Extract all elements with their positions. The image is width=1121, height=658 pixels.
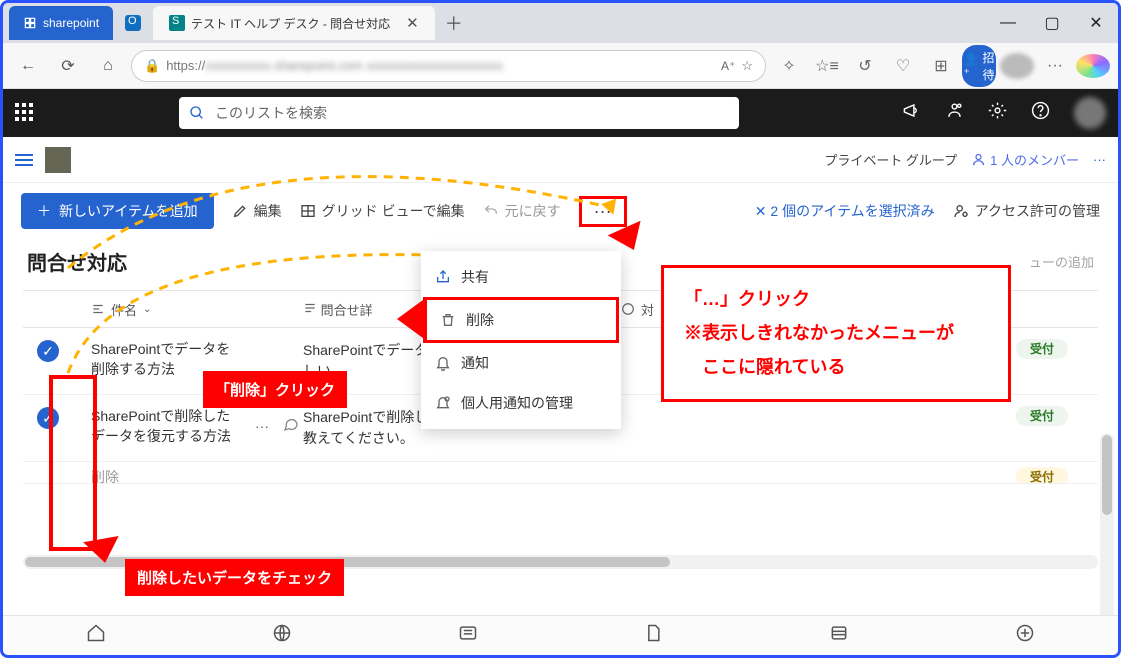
table-icon [300,203,316,219]
person-add-icon: 👤⁺ [964,52,979,80]
more-commands-menu: 共有 削除 通知 個人用通知の管理 [421,251,621,429]
annotation-check-data: 削除したいデータをチェック [125,559,344,596]
user-avatar[interactable] [1074,97,1106,129]
group-type-label: プライベート グループ [824,150,957,169]
gear-icon[interactable] [988,101,1007,125]
annotation-checkbox-highlight [49,375,97,551]
status-badge: 受付 [1016,339,1068,359]
page-title: 問合せ対応 [27,247,127,276]
browser-tab-outlook[interactable] [113,6,153,40]
add-view-button[interactable]: ューの追加 [1029,252,1094,271]
browser-tab-sharepoint[interactable]: sharepoint [9,6,113,40]
health-icon[interactable]: ♡ [886,56,920,76]
clear-selection-button[interactable]: ✕ 2 個のアイテムを選択済み [755,201,935,221]
window-minimize[interactable]: — [986,3,1030,43]
paragraph-icon [303,301,317,315]
settings-icon-small[interactable] [945,101,964,125]
home-button[interactable]: ⌂ [91,49,125,83]
bell-icon [435,355,451,371]
favorite-icon[interactable]: ☆ [741,58,753,74]
bottom-list-icon[interactable] [829,623,849,648]
bottom-file-icon[interactable] [643,623,663,648]
table-row[interactable]: 削除 受付 [23,462,1098,484]
window-close[interactable]: ✕ [1074,3,1118,43]
close-icon[interactable]: ✕ [406,14,419,32]
command-bar: ＋ 新しいアイテムを追加 編集 グリッド ビューで編集 元に戻す ··· ✕ 2… [3,183,1118,239]
status-badge: 受付 [1016,406,1068,426]
browser-tab-active[interactable]: テスト IT ヘルプ デスク - 問合せ対応 ✕ [153,6,435,40]
sharepoint-icon [169,15,185,31]
bottom-nav-bar [3,615,1118,655]
undo-button: 元に戻す [483,201,561,221]
site-more-icon[interactable]: ··· [1093,152,1106,167]
tag-icon [621,302,635,316]
menu-item-manage-notify[interactable]: 個人用通知の管理 [421,383,621,423]
add-new-item-button[interactable]: ＋ 新しいアイテムを追加 [21,193,214,229]
tab-title: テスト IT ヘルプ デスク - 問合せ対応 [191,15,390,32]
bottom-globe-icon[interactable] [272,623,292,648]
manage-permissions-button[interactable]: アクセス許可の管理 [953,201,1100,221]
bottom-add-icon[interactable] [1015,623,1035,648]
trash-icon [440,312,456,328]
new-tab-button[interactable]: ＋ [435,10,473,36]
person-settings-icon [953,203,969,219]
search-input[interactable]: このリストを検索 [179,97,739,129]
refresh-button[interactable]: ⟳ [51,49,85,83]
grid-view-button[interactable]: グリッド ビューで編集 [300,201,465,221]
column-name[interactable]: 件名 ⌄ [73,300,303,319]
browser-profile-avatar[interactable] [1000,53,1034,79]
person-icon [971,152,986,167]
megaphone-icon[interactable] [902,101,921,125]
copilot-icon[interactable] [1076,54,1110,78]
annotation-delete-click: 「削除」クリック [203,371,347,408]
plus-icon: ＋ [37,201,51,221]
bottom-news-icon[interactable] [458,623,478,648]
lock-icon: 🔒 [144,58,160,74]
menu-item-delete[interactable]: 削除 [423,297,619,343]
app-launcher-icon[interactable] [15,103,35,123]
help-icon[interactable] [1031,101,1050,125]
text-icon [91,302,105,316]
reading-mode-icon[interactable]: A⁺ [721,59,735,73]
back-button[interactable]: ← [11,49,45,83]
window-maximize[interactable]: ▢ [1030,3,1074,43]
site-logo[interactable] [45,147,71,173]
status-badge: 受付 [1016,467,1068,484]
extensions-icon[interactable]: ✧ [772,56,806,76]
row-more-icon[interactable]: ··· [255,417,269,437]
bell-settings-icon [435,395,451,411]
more-menu-icon[interactable]: ··· [1038,57,1072,75]
annotation-more-click-box: 「…」クリック ※表示しきれなかったメニューが ここに隠れている [661,265,1011,402]
menu-item-share[interactable]: 共有 [421,257,621,297]
undo-icon [483,203,499,219]
share-icon [435,269,451,285]
pencil-icon [232,203,248,219]
invite-button[interactable]: 👤⁺ 招待 [962,45,996,87]
search-icon [189,105,205,121]
browser-titlebar: sharepoint テスト IT ヘルプ デスク - 問合せ対応 ✕ ＋ — … [3,3,1118,43]
outlook-icon [125,15,141,31]
bottom-home-icon[interactable] [86,623,106,648]
collections-icon[interactable]: ⊞ [924,56,958,76]
browser-toolbar: ← ⟳ ⌂ 🔒 https://xxxxxxxxxx.sharepoint.co… [3,43,1118,89]
history-icon[interactable]: ↺ [848,56,882,76]
edit-button[interactable]: 編集 [232,201,282,221]
url-bar[interactable]: 🔒 https://xxxxxxxxxx.sharepoint.com xxxx… [131,50,766,82]
favorites-icon[interactable]: ☆≡ [810,56,844,76]
menu-item-notify[interactable]: 通知 [421,343,621,383]
sharepoint-appbar: このリストを検索 [3,89,1118,137]
nav-toggle-icon[interactable] [15,154,33,166]
members-link[interactable]: 1 人のメンバー [971,150,1079,169]
row-checkbox[interactable]: ✓ [37,340,59,362]
comment-icon[interactable] [283,416,299,438]
site-header: プライベート グループ 1 人のメンバー ··· [3,137,1118,183]
